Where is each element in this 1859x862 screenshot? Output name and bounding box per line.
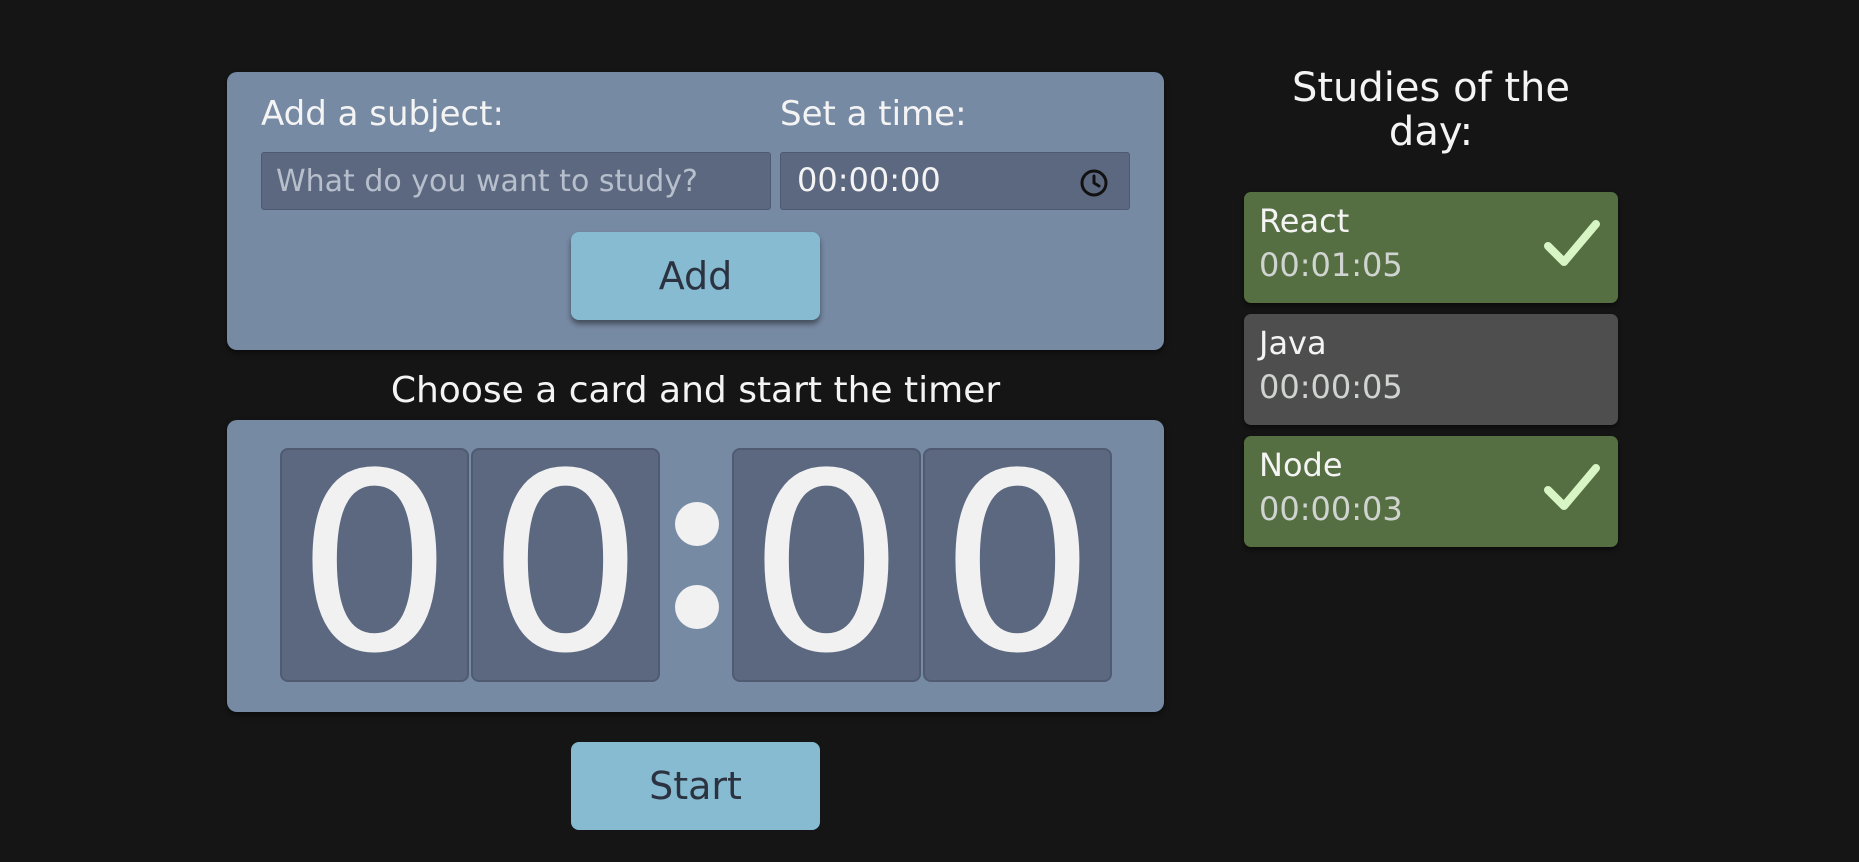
- subject-label: Add a subject:: [261, 94, 504, 134]
- study-name: Node: [1259, 446, 1343, 484]
- seconds-ones-card: 0: [923, 448, 1112, 682]
- seconds-tens-card: 0: [732, 448, 921, 682]
- subject-input[interactable]: [261, 152, 771, 210]
- timer-digit: 0: [939, 448, 1096, 682]
- study-time: 00:00:05: [1259, 368, 1403, 406]
- timer-digit: 0: [296, 448, 453, 682]
- study-card-node[interactable]: Node 00:00:03: [1244, 436, 1618, 547]
- timer-digit: 0: [748, 448, 905, 682]
- add-button[interactable]: Add: [571, 232, 820, 320]
- time-label: Set a time:: [780, 94, 967, 134]
- study-time: 00:01:05: [1259, 246, 1403, 284]
- study-name: React: [1259, 202, 1350, 240]
- add-subject-panel: Add a subject: Set a time: 00:00:00 Add: [227, 72, 1164, 350]
- time-input[interactable]: 00:00:00: [780, 152, 1130, 210]
- minutes-ones-card: 0: [471, 448, 660, 682]
- colon-top-dot: [675, 502, 719, 546]
- timer-display: 0 0 0 0: [227, 420, 1164, 712]
- study-card-java[interactable]: Java 00:00:05: [1244, 314, 1618, 425]
- start-button[interactable]: Start: [571, 742, 820, 830]
- study-name: Java: [1259, 324, 1327, 362]
- timer-digit: 0: [487, 448, 644, 682]
- time-input-value: 00:00:00: [797, 161, 941, 199]
- colon-bottom-dot: [675, 585, 719, 629]
- minutes-tens-card: 0: [280, 448, 469, 682]
- study-timer-app: Add a subject: Set a time: 00:00:00 Add …: [0, 0, 1859, 862]
- study-time: 00:00:03: [1259, 490, 1403, 528]
- study-card-react[interactable]: React 00:01:05: [1244, 192, 1618, 303]
- check-icon: [1544, 220, 1600, 266]
- timer-heading: Choose a card and start the timer: [390, 370, 1001, 411]
- studies-title: Studies of the day:: [1291, 65, 1570, 155]
- clock-icon[interactable]: [1079, 168, 1109, 198]
- check-icon: [1544, 464, 1600, 510]
